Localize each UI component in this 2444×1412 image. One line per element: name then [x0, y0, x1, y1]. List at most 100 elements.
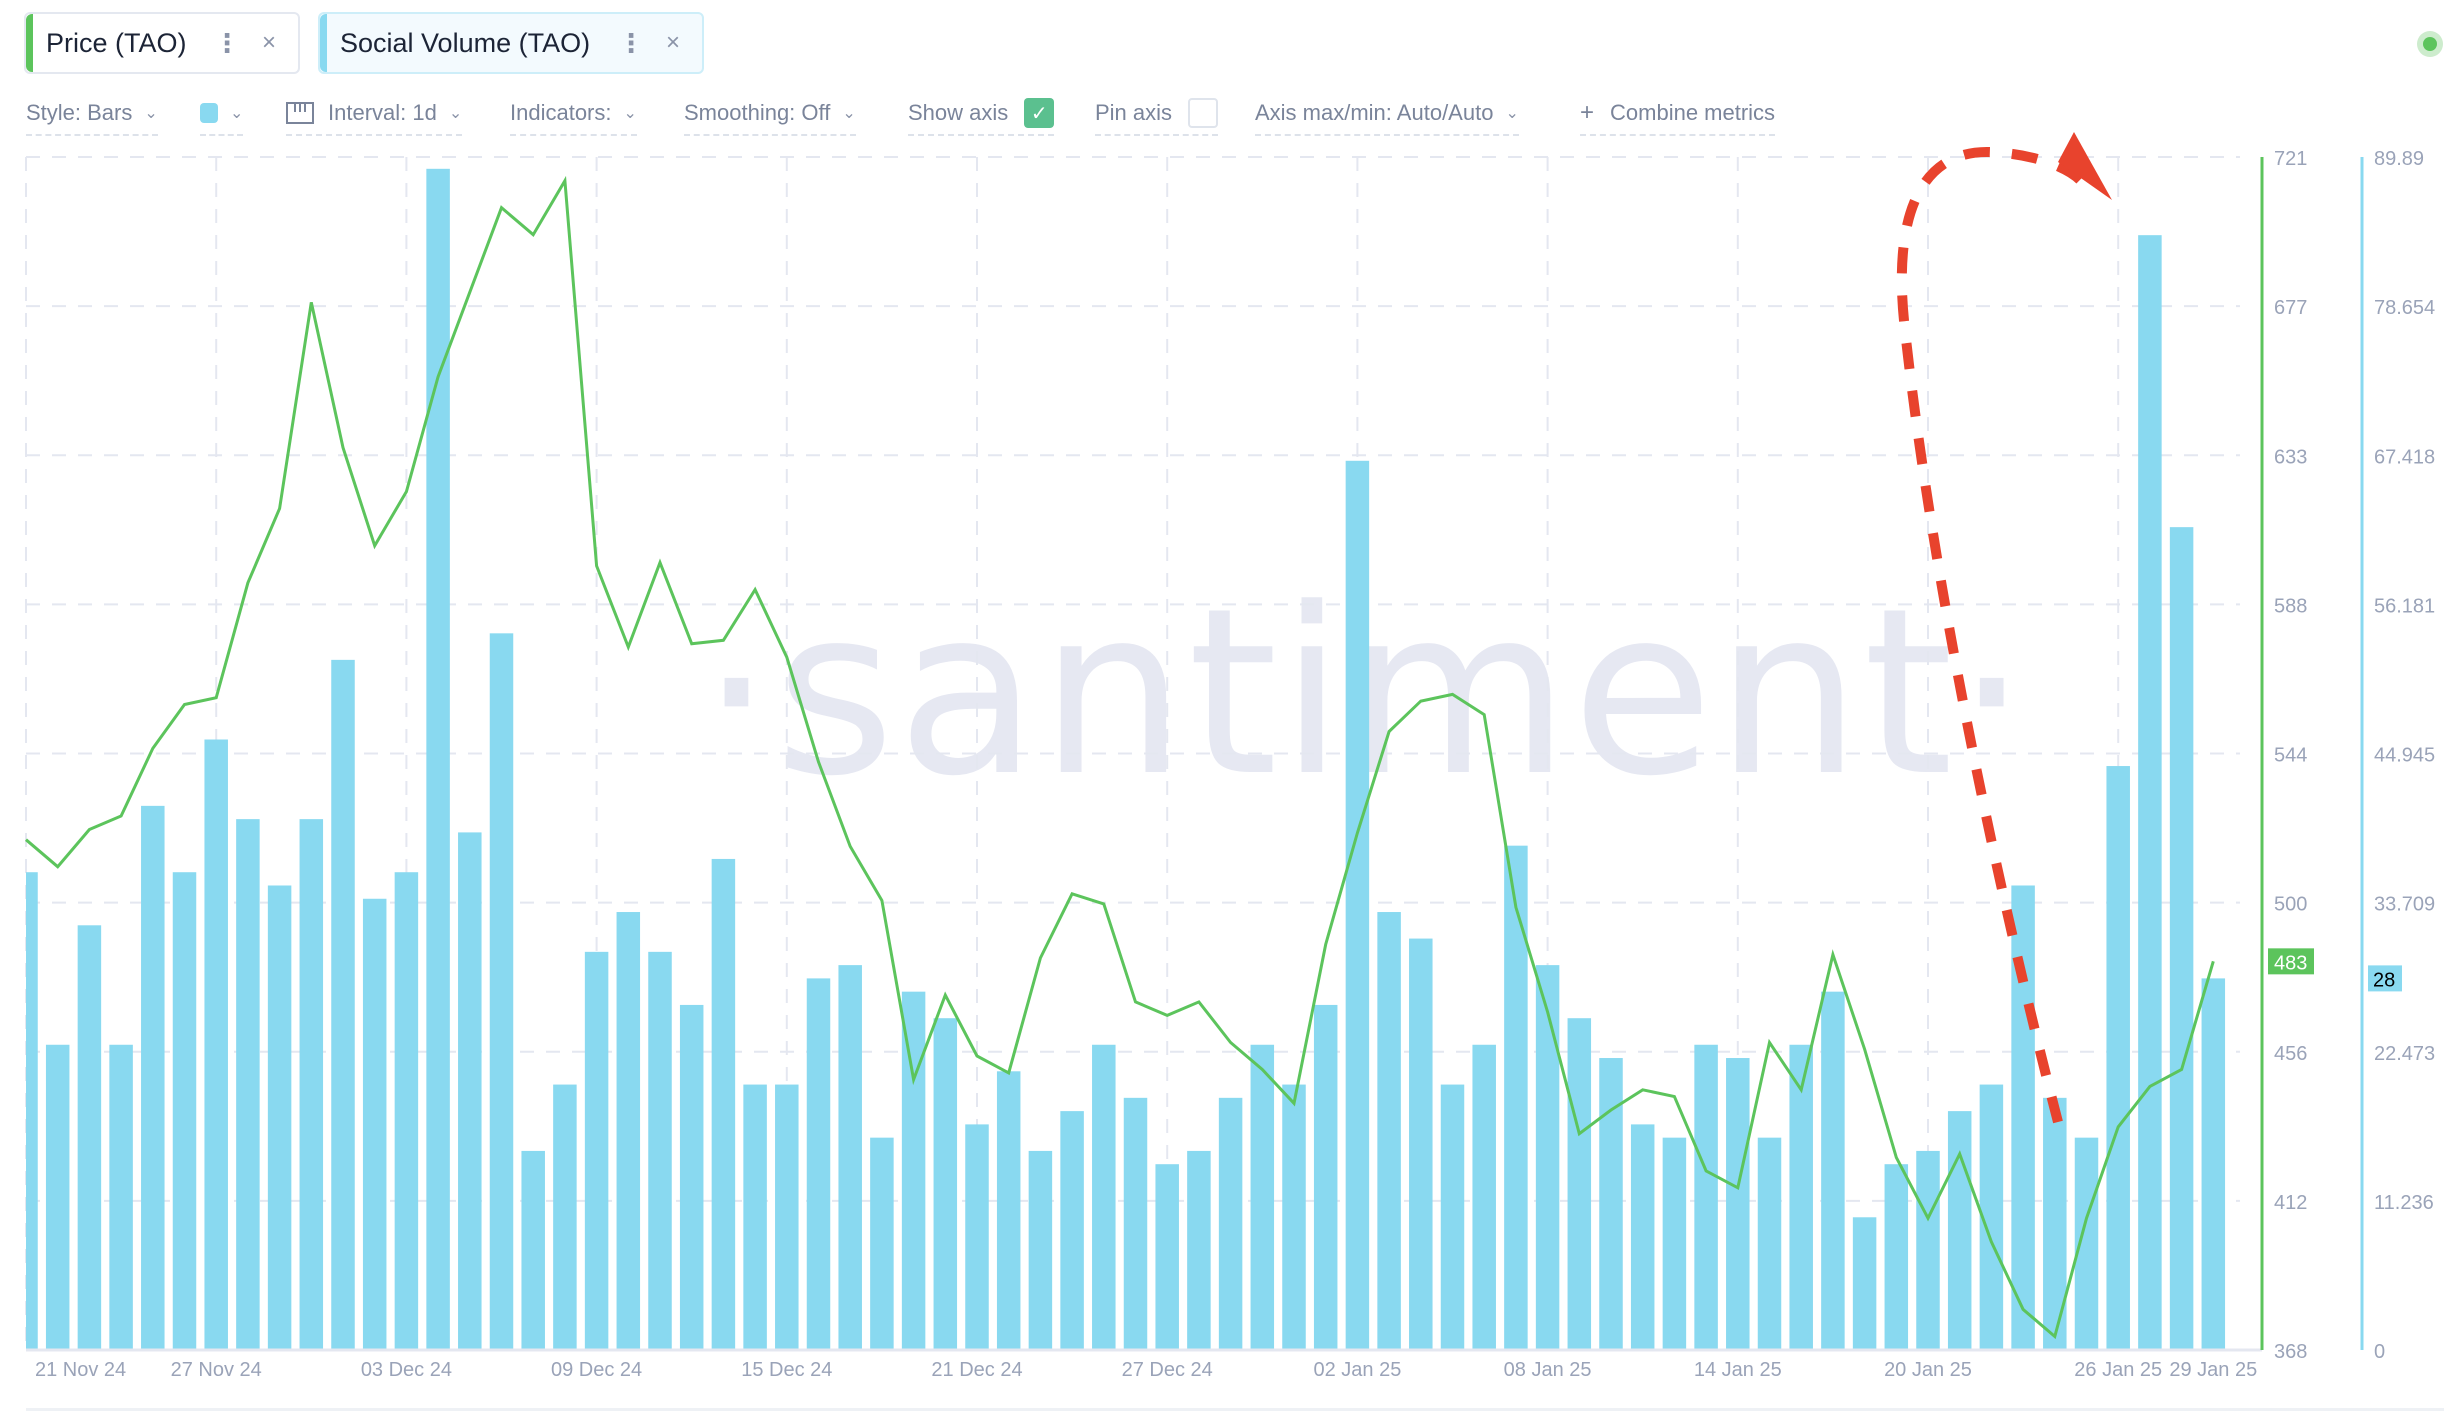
social-volume-bar	[267, 885, 292, 1350]
price-social-volume-chart[interactable]: 721 677 633 588 544 500 456 412 368 89.89 78.654 67…	[0, 0, 2444, 1412]
social-volume-bar	[1726, 1058, 1750, 1350]
social-volume-bar	[1092, 1044, 1116, 1350]
social-volume-bar	[1662, 1137, 1687, 1350]
social-volume-bar	[2201, 978, 2226, 1350]
annotation-layer	[1896, 132, 2112, 1124]
social-volume-bar	[1028, 1150, 1053, 1350]
social-volume-bar	[2138, 235, 2162, 1350]
social-volume-bar	[1821, 991, 1845, 1350]
x-axis-tick-label: 03 Dec 24	[361, 1359, 452, 1381]
social-volume-bar	[1535, 965, 1560, 1350]
social-volume-bar	[109, 1044, 133, 1350]
social-volume-bar	[426, 168, 450, 1350]
social-volume-bar	[1916, 1150, 1940, 1350]
x-axis-tick-label: 27 Nov 24	[171, 1359, 262, 1381]
x-axis-tick-label: 08 Jan 25	[1504, 1359, 1592, 1381]
bottom-divider	[26, 1408, 2444, 1411]
social-axis-tick-label: 44.945	[2374, 745, 2435, 767]
social-axis-tick-label: 67.418	[2374, 446, 2435, 468]
social-axis-tick-label: 89.89	[2374, 148, 2424, 170]
social-volume-bar	[2011, 885, 2035, 1350]
social-volume-bar	[806, 978, 831, 1350]
social-volume-bar	[1187, 1150, 1211, 1350]
social-volume-bar	[933, 1018, 958, 1350]
social-volume-bar	[1060, 1111, 1084, 1350]
social-volume-bar	[1567, 1018, 1592, 1350]
social-volume-bar	[838, 965, 862, 1350]
x-axis-tick-label: 27 Dec 24	[1122, 1359, 1213, 1381]
social-volume-bar	[1440, 1084, 1465, 1350]
price-axis-tick-label: 677	[2274, 297, 2307, 319]
social-volume-bar	[1250, 1044, 1275, 1350]
x-axis-labels: 21 Nov 24 27 Nov 24 03 Dec 24 09 Dec 24 15 D…	[35, 1359, 2257, 1381]
social-volume-bar	[1472, 1044, 1496, 1350]
price-axis-tick-label: 368	[2274, 1341, 2307, 1363]
arrowhead-icon	[2058, 132, 2112, 200]
social-volume-bar	[362, 898, 387, 1350]
social-volume-bar	[584, 951, 609, 1350]
social-volume-bars	[26, 168, 2226, 1350]
price-axis-tick-label: 412	[2274, 1192, 2307, 1214]
social-volume-bar	[1947, 1111, 1972, 1350]
x-axis-tick-label: 02 Jan 25	[1313, 1359, 1401, 1381]
social-volume-bar	[679, 1004, 704, 1350]
price-axis-tick-label: 633	[2274, 446, 2307, 468]
social-volume-bar	[616, 912, 641, 1350]
social-volume-bar	[236, 819, 260, 1350]
social-volume-bar	[1123, 1097, 1148, 1350]
social-axis-tick-label: 56.181	[2374, 595, 2435, 617]
x-axis-tick-label: 14 Jan 25	[1694, 1359, 1782, 1381]
social-volume-bar	[711, 858, 736, 1350]
social-volume-bar	[204, 739, 228, 1350]
social-volume-bar	[77, 925, 102, 1350]
social-axis-tick-label: 11.236	[2374, 1192, 2434, 1214]
price-axis-tick-label: 588	[2274, 595, 2307, 617]
social-volume-bar	[299, 819, 324, 1350]
social-volume-bar	[331, 659, 355, 1350]
social-volume-bar	[394, 872, 419, 1350]
x-axis-tick-label: 26 Jan 25	[2074, 1359, 2162, 1381]
x-axis-tick-label: 15 Dec 24	[741, 1359, 832, 1381]
social-volume-bar	[1757, 1137, 1782, 1350]
social-volume-bar	[996, 1071, 1021, 1350]
social-volume-bar	[1313, 1004, 1338, 1350]
social-volume-bar	[1884, 1164, 1909, 1350]
x-axis-tick-label: 21 Nov 24	[35, 1359, 126, 1381]
social-volume-bar	[2043, 1097, 2067, 1350]
social-volume-bar	[1377, 912, 1401, 1350]
social-volume-bar	[2106, 766, 2130, 1350]
social-axis-tick-label: 0	[2374, 1341, 2385, 1363]
price-axis-tick-label: 500	[2274, 894, 2307, 916]
social-volume-bar	[1694, 1044, 1718, 1350]
social-volume-bar	[2169, 527, 2194, 1350]
social-axis-tick-label: 22.473	[2374, 1043, 2435, 1065]
social-volume-bar	[648, 951, 672, 1350]
social-volume-bar	[1155, 1164, 1179, 1350]
social-volume-bar	[965, 1124, 989, 1350]
price-axis-tick-label: 544	[2274, 745, 2307, 767]
social-axis-tick-label: 78.654	[2374, 297, 2435, 319]
social-volume-bar	[901, 991, 926, 1350]
social-volume-bar	[458, 832, 482, 1350]
social-volume-bar	[1409, 938, 1433, 1350]
x-axis-tick-label: 29 Jan 25	[2169, 1359, 2257, 1381]
social-volume-bar	[1218, 1097, 1243, 1350]
social-volume-bar	[45, 1044, 70, 1350]
social-volume-bar	[553, 1084, 577, 1350]
social-volume-bar	[521, 1150, 545, 1350]
x-axis-tick-label: 20 Jan 25	[1884, 1359, 1972, 1381]
social-volume-bar	[26, 872, 38, 1350]
social-volume-bar	[1282, 1084, 1306, 1350]
social-volume-bar	[870, 1137, 894, 1350]
social-last-value-label: 28	[2373, 969, 2395, 991]
social-volume-bar	[141, 805, 165, 1350]
social-volume-bar	[1630, 1124, 1655, 1350]
x-axis-tick-label: 09 Dec 24	[551, 1359, 642, 1381]
price-axis-tick-label: 721	[2274, 148, 2307, 170]
price-axis-tick-label: 456	[2274, 1043, 2307, 1065]
social-volume-bar	[489, 633, 514, 1350]
social-volume-bar	[775, 1084, 799, 1350]
social-volume-bar	[1504, 845, 1528, 1350]
social-volume-bar	[172, 872, 197, 1350]
social-volume-bar	[1852, 1217, 1877, 1350]
